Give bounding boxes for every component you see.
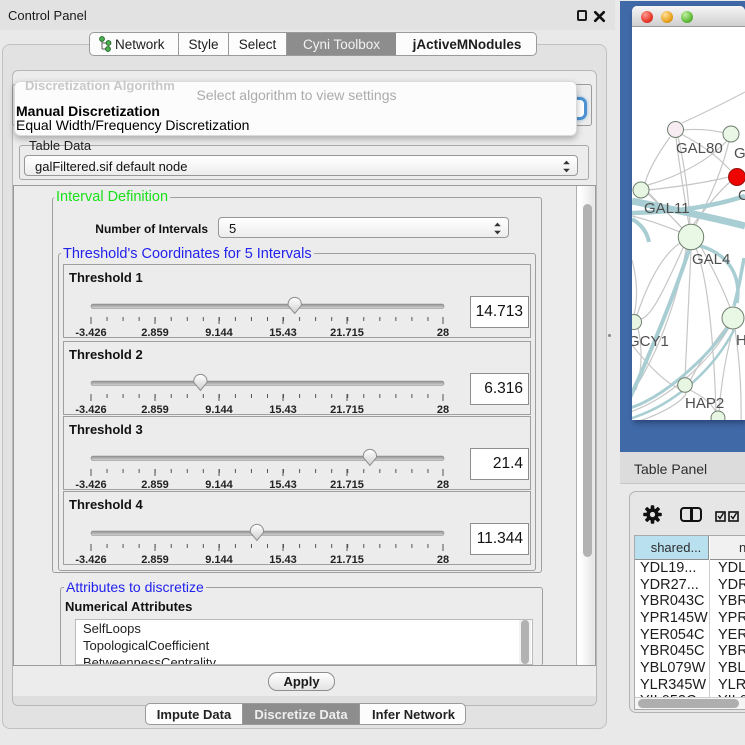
svg-text:GAL4: GAL4 (692, 251, 730, 268)
svg-text:15.43: 15.43 (269, 479, 297, 490)
svg-text:GAL11: GAL11 (644, 200, 690, 217)
svg-text:28: 28 (437, 479, 449, 490)
svg-text:C: C (738, 187, 745, 204)
svg-text:2.859: 2.859 (141, 404, 169, 415)
svg-text:HAP2: HAP2 (685, 395, 724, 412)
svg-text:15.43: 15.43 (269, 327, 297, 338)
svg-text:15.43: 15.43 (269, 554, 297, 565)
svg-text:2.859: 2.859 (141, 327, 169, 338)
svg-text:21.715: 21.715 (330, 404, 364, 415)
svg-text:9.144: 9.144 (205, 404, 233, 415)
svg-text:2.859: 2.859 (141, 554, 169, 565)
svg-text:2.859: 2.859 (141, 479, 169, 490)
svg-text:21.715: 21.715 (330, 479, 364, 490)
svg-text:21.715: 21.715 (330, 327, 364, 338)
svg-text:9.144: 9.144 (205, 327, 233, 338)
svg-text:-3.426: -3.426 (75, 404, 106, 415)
svg-text:9.144: 9.144 (205, 479, 233, 490)
svg-text:28: 28 (437, 404, 449, 415)
svg-text:H: H (736, 332, 745, 349)
svg-text:GA: GA (734, 145, 745, 162)
svg-text:28: 28 (437, 554, 449, 565)
svg-text:21.715: 21.715 (330, 554, 364, 565)
svg-text:-3.426: -3.426 (75, 479, 106, 490)
svg-text:28: 28 (437, 327, 449, 338)
svg-text:9.144: 9.144 (205, 554, 233, 565)
svg-text:-3.426: -3.426 (75, 327, 106, 338)
svg-text:-3.426: -3.426 (75, 554, 106, 565)
svg-text:GCY1: GCY1 (632, 333, 669, 350)
svg-text:GAL80: GAL80 (676, 140, 723, 157)
svg-text:15.43: 15.43 (269, 404, 297, 415)
